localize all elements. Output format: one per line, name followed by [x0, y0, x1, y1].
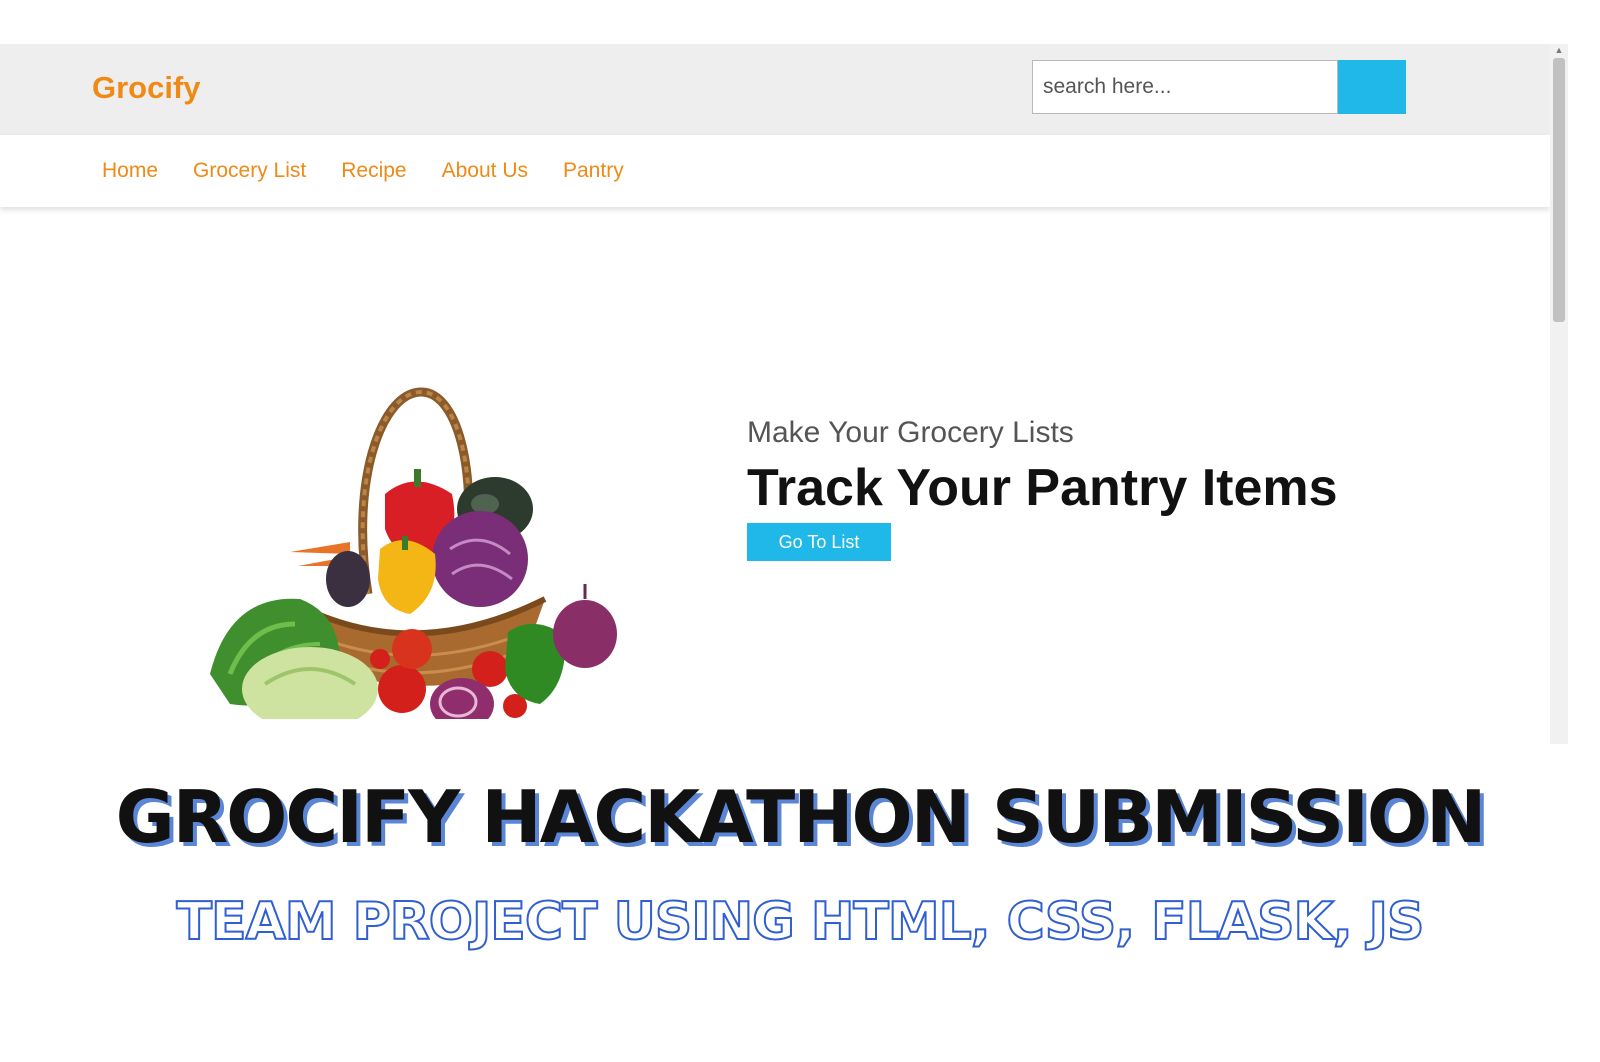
search-button[interactable] — [1338, 60, 1406, 114]
brand-logo[interactable]: Grocify — [92, 70, 201, 106]
search-input[interactable] — [1032, 60, 1338, 114]
hero-subtitle: Make Your Grocery Lists — [747, 416, 1074, 449]
banner-title: GROCIFY HACKATHON SUBMISSION — [115, 775, 1487, 859]
nav-item-home[interactable]: Home — [102, 159, 158, 183]
nav-item-recipe[interactable]: Recipe — [341, 159, 406, 183]
go-to-list-button[interactable]: Go To List — [747, 523, 891, 561]
nav-links: Home Grocery List Recipe About Us Pantry — [102, 159, 624, 183]
scrollbar-thumb[interactable] — [1553, 58, 1565, 322]
nav-item-pantry[interactable]: Pantry — [563, 159, 624, 183]
vertical-scrollbar[interactable]: ▲ — [1550, 44, 1568, 744]
banner-subtitle: TEAM PROJECT USING HTML, CSS, FLASK, JS — [176, 891, 1426, 953]
vegetable-basket-image — [210, 387, 617, 719]
navigation-bar: Home Grocery List Recipe About Us Pantry — [0, 135, 1550, 207]
browser-viewport: Grocify Home Grocery List Recipe About U… — [0, 44, 1568, 744]
top-header: Grocify — [0, 44, 1550, 135]
scroll-up-arrow-icon[interactable]: ▲ — [1550, 44, 1568, 56]
hero-section: Make Your Grocery Lists Track Your Pantr… — [747, 416, 1338, 561]
nav-item-grocery-list[interactable]: Grocery List — [193, 159, 306, 183]
hero-title: Track Your Pantry Items — [747, 459, 1338, 517]
nav-item-about-us[interactable]: About Us — [442, 159, 528, 183]
